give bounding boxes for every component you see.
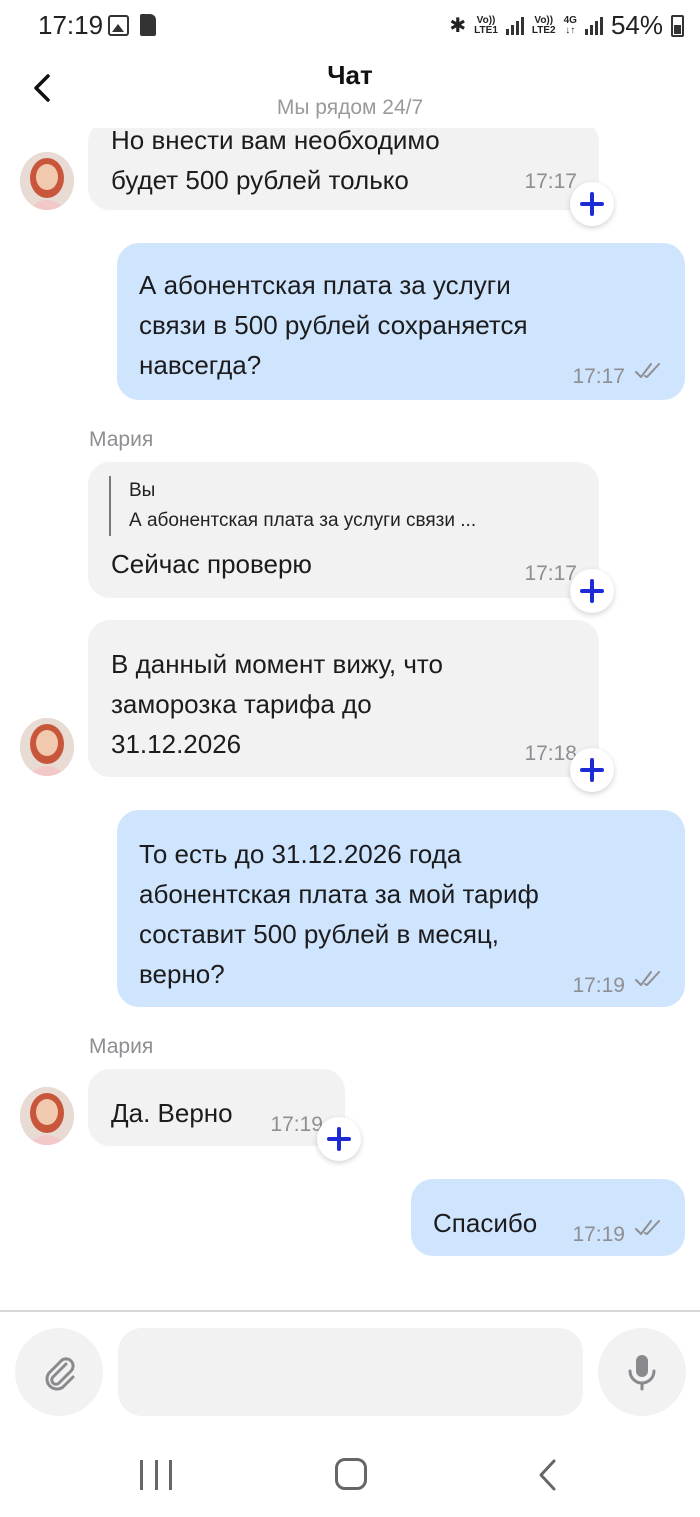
back-icon[interactable] xyxy=(535,1458,559,1492)
reaction-add-button[interactable] xyxy=(570,748,614,792)
signal-icon xyxy=(584,16,603,35)
sender-name: Мария xyxy=(89,428,154,451)
recent-apps-icon[interactable] xyxy=(140,1460,172,1490)
signal-icon xyxy=(505,16,524,35)
sender-name: Мария xyxy=(89,1035,154,1058)
message-bubble-incoming[interactable]: В данный момент вижу, что заморозка тари… xyxy=(88,620,599,777)
battery-percent: 54% xyxy=(610,10,663,40)
message-text: Но внести вам необходимо будет 500 рубле… xyxy=(111,128,440,195)
message-bubble-incoming[interactable]: Но внести вам необходимо будет 500 рубле… xyxy=(88,128,599,210)
message-text: Спасибо xyxy=(433,1208,538,1238)
attach-button[interactable] xyxy=(15,1328,103,1416)
gallery-icon xyxy=(108,15,129,36)
chat-header: Чат Мы рядом 24/7 xyxy=(0,56,700,128)
reaction-add-button[interactable] xyxy=(317,1117,361,1161)
page-subtitle: Мы рядом 24/7 xyxy=(276,96,424,119)
message-time: 17:17 xyxy=(524,170,577,193)
composer-divider xyxy=(0,1310,700,1312)
message-time: 17:19 xyxy=(572,974,625,997)
sd-card-icon xyxy=(140,14,156,36)
message-input[interactable] xyxy=(118,1328,583,1416)
status-indicators: ✱ Vo)) LTE1 Vo)) LTE2 4G ↓↑ 54% xyxy=(449,10,684,41)
message-list[interactable]: Но внести вам необходимо будет 500 рубле… xyxy=(0,128,700,1310)
plus-icon xyxy=(580,192,604,216)
status-time: 17:19 xyxy=(38,10,104,40)
bluetooth-icon: ✱ xyxy=(449,15,467,37)
message-bubble-incoming[interactable]: Вы А абонентская плата за услуги связи .… xyxy=(88,462,599,598)
message-text: То есть до 31.12.2026 года абонентская п… xyxy=(139,839,539,989)
message-time: 17:19 xyxy=(572,1223,625,1246)
avatar xyxy=(20,1087,74,1145)
home-icon[interactable] xyxy=(335,1458,367,1490)
message-text: А абонентская плата за услуги связи в 50… xyxy=(139,270,528,380)
plus-icon xyxy=(580,758,604,782)
message-time: 17:17 xyxy=(572,365,625,388)
message-time: 17:19 xyxy=(270,1113,323,1136)
reaction-add-button[interactable] xyxy=(570,182,614,226)
avatar xyxy=(20,718,74,776)
battery-icon xyxy=(671,14,684,37)
network-type: 4G ↓↑ xyxy=(563,14,577,36)
message-text: В данный момент вижу, что заморозка тари… xyxy=(111,649,443,759)
paperclip-icon xyxy=(45,1357,75,1391)
status-bar: 17:19 ✱ Vo)) LTE1 Vo)) LTE2 4G ↓↑ 54% xyxy=(0,0,700,56)
microphone-button[interactable] xyxy=(598,1328,686,1416)
message-bubble-incoming[interactable]: Да. Верно 17:19 xyxy=(88,1069,345,1146)
avatar xyxy=(20,152,74,210)
double-check-icon xyxy=(635,971,660,986)
message-bubble-outgoing[interactable]: То есть до 31.12.2026 года абонентская п… xyxy=(117,810,685,1007)
quote-author: Вы xyxy=(129,480,156,501)
message-text: Сейчас проверю xyxy=(111,549,312,579)
volte-indicator-1: Vo)) LTE1 xyxy=(474,14,498,36)
quote-text: А абонентская плата за услуги связи ... xyxy=(129,510,477,531)
page-title: Чат xyxy=(327,60,373,90)
volte-indicator-2: Vo)) LTE2 xyxy=(531,14,556,36)
system-nav-bar xyxy=(0,1432,700,1517)
double-check-icon xyxy=(635,363,660,378)
plus-icon xyxy=(327,1127,351,1151)
reply-quote[interactable]: Вы А абонентская плата за услуги связи .… xyxy=(109,476,569,536)
message-bubble-outgoing[interactable]: А абонентская плата за услуги связи в 50… xyxy=(117,243,685,400)
double-check-icon xyxy=(635,1220,660,1235)
microphone-icon xyxy=(628,1355,656,1391)
reaction-add-button[interactable] xyxy=(570,569,614,613)
plus-icon xyxy=(580,579,604,603)
message-text: Да. Верно xyxy=(111,1098,233,1128)
message-bubble-outgoing[interactable]: Спасибо 17:19 xyxy=(411,1179,685,1256)
